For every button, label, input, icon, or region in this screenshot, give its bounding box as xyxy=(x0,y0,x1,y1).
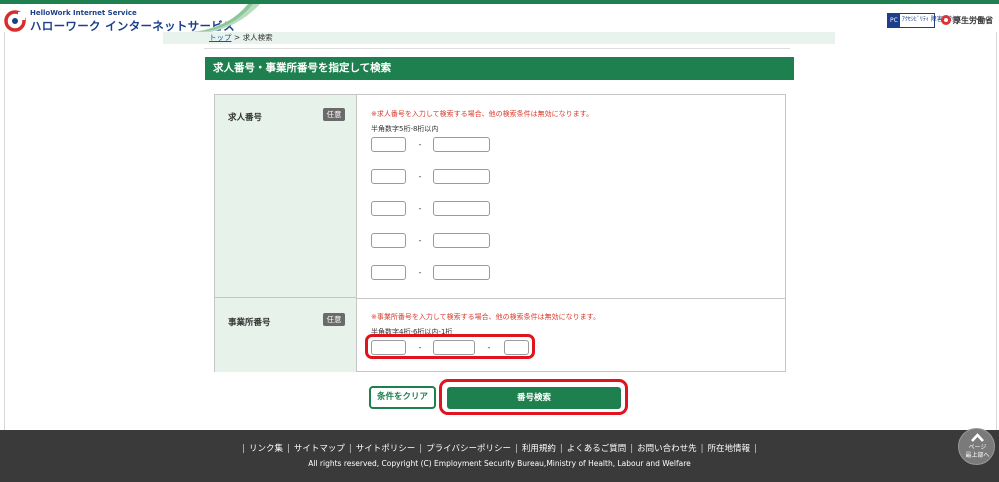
breadcrumb-separator: > xyxy=(233,33,241,42)
footer-separator: | xyxy=(700,444,704,454)
job-number-4-part1-input[interactable] xyxy=(371,233,406,248)
logo-subtitle: HelloWork Internet Service xyxy=(30,9,137,17)
job-number-notice: ※求人番号を入力して検索する場合、他の検索条件は無効になります。 xyxy=(371,110,593,118)
site-footer: | リンク集 | サイトマップ | サイトポリシー | プライバシーポリシー | 利用規約 | よくあ… xyxy=(0,430,999,482)
accessibility-badge[interactable]: PC ｱｸｾｼﾋﾞﾘﾃｨ 障害者対応 xyxy=(887,12,961,28)
footer-separator: | xyxy=(419,444,423,454)
ministry-name: 厚生労働省 xyxy=(953,15,993,25)
footer-links: | リンク集 | サイトマップ | サイトポリシー | プライバシーポリシー | 利用規約 | よくあ… xyxy=(0,442,999,454)
breadcrumb: トップ > 求人検索 xyxy=(209,32,273,43)
back-to-top-line1: ページ xyxy=(968,444,987,451)
footer-link-contact[interactable]: お問い合わせ先 xyxy=(637,444,697,454)
job-number-optional-badge: 任意 xyxy=(323,108,345,121)
job-number-3-part1-input[interactable] xyxy=(371,201,406,216)
footer-link-privacy-policy[interactable]: プライバシーポリシー xyxy=(426,444,511,454)
footer-separator: | xyxy=(514,444,518,454)
job-number-2-part1-input[interactable] xyxy=(371,169,406,184)
job-number-1-part2-input[interactable] xyxy=(433,137,490,152)
footer-link-links[interactable]: リンク集 xyxy=(249,444,283,454)
job-number-5-part1-input[interactable] xyxy=(371,265,406,280)
office-number-optional-badge: 任意 xyxy=(323,313,345,326)
job-number-4-dash: - xyxy=(418,236,422,245)
breadcrumb-divider xyxy=(204,44,790,49)
header-right-logos: PC ｱｸｾｼﾋﾞﾘﾃｨ 障害者対応 厚生労働省 xyxy=(887,12,993,28)
mhlw-mark-icon xyxy=(941,15,951,25)
job-number-label: 求人番号 xyxy=(228,113,263,123)
back-to-top-button[interactable]: ページ 最上部へ xyxy=(958,428,995,465)
job-number-1-dash: - xyxy=(418,140,422,149)
footer-separator: | xyxy=(559,444,563,454)
back-to-top-line2: 最上部へ xyxy=(965,452,990,459)
footer-separator: | xyxy=(754,444,757,454)
chevron-up-icon xyxy=(971,433,984,442)
footer-link-faq[interactable]: よくあるご質問 xyxy=(567,444,627,454)
section-title: 求人番号・事業所番号を指定して検索 xyxy=(205,57,794,80)
search-button-highlight xyxy=(439,379,628,415)
office-number-notice: ※事業所番号を入力して検索する場合、他の検索条件は無効になります。 xyxy=(371,313,600,321)
footer-link-sitemap[interactable]: サイトマップ xyxy=(294,444,345,454)
breadcrumb-top-link[interactable]: トップ xyxy=(209,33,232,42)
office-number-label-cell: 事業所番号 任意 xyxy=(215,298,357,372)
footer-link-locations[interactable]: 所在地情報 xyxy=(708,444,751,454)
footer-separator: | xyxy=(242,444,245,454)
pc-badge-label: PC xyxy=(888,13,900,27)
job-number-2-dash: - xyxy=(418,172,422,181)
office-number-label: 事業所番号 xyxy=(228,318,271,328)
job-number-3-part2-input[interactable] xyxy=(433,201,490,216)
copyright-text: All rights reserved, Copyright (C) Emplo… xyxy=(308,459,691,468)
job-number-1-part1-input[interactable] xyxy=(371,137,406,152)
job-number-2-part2-input[interactable] xyxy=(433,169,490,184)
mhlw-logo[interactable]: 厚生労働省 xyxy=(941,15,993,26)
job-number-5-part2-input[interactable] xyxy=(433,265,490,280)
header-swoosh-decoration xyxy=(190,4,260,34)
job-number-4-part2-input[interactable] xyxy=(433,233,490,248)
footer-link-terms[interactable]: 利用規約 xyxy=(522,444,556,454)
footer-separator: | xyxy=(630,444,634,454)
site-header: HelloWork Internet Service ハローワーク インターネッ… xyxy=(0,4,999,34)
job-number-label-cell: 求人番号 任意 xyxy=(215,95,357,298)
footer-link-site-policy[interactable]: サイトポリシー xyxy=(356,444,416,454)
footer-separator: | xyxy=(286,444,290,454)
clear-conditions-button[interactable]: 条件をクリア xyxy=(369,386,436,409)
job-number-hint: 半角数字5桁-8桁以内 xyxy=(371,125,439,133)
breadcrumb-current: 求人検索 xyxy=(242,33,273,42)
hellowork-logo-icon xyxy=(4,10,26,32)
office-number-highlight xyxy=(365,334,535,359)
job-number-3-dash: - xyxy=(418,204,422,213)
footer-separator: | xyxy=(348,444,352,454)
search-form: 求人番号 任意 事業所番号 任意 ※求人番号を入力して検索する場合、他の検索条件… xyxy=(214,94,786,372)
job-number-5-dash: - xyxy=(418,268,422,277)
row-divider xyxy=(357,298,786,299)
